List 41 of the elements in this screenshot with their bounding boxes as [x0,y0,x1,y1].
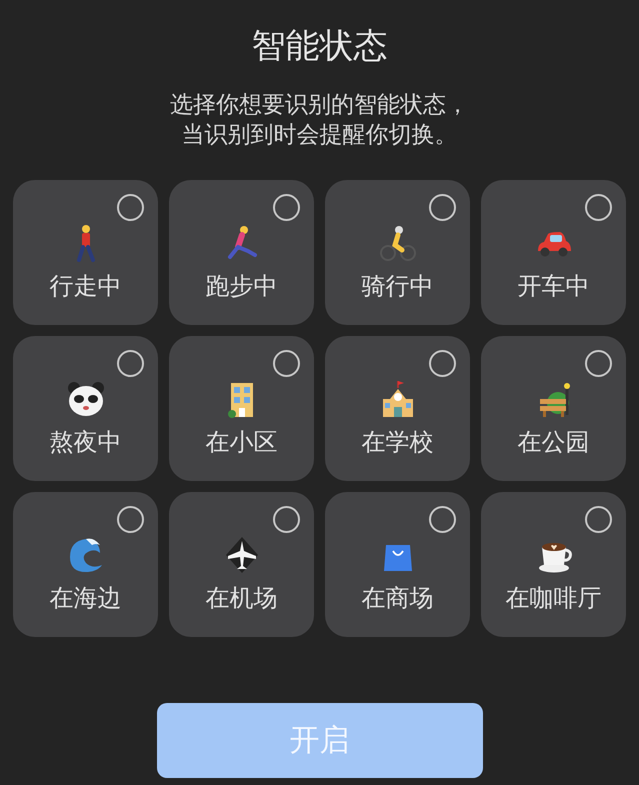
state-label: 在咖啡厅 [506,583,602,613]
state-label: 骑行中 [362,271,434,301]
state-card[interactable]: 开车中 [481,180,626,325]
description-text: 选择你想要识别的智能状态， [170,91,469,120]
state-label: 在公园 [518,427,590,457]
page-title: 智能状态 [252,25,388,68]
state-card[interactable]: 在商场 [325,492,470,637]
radio-button[interactable] [117,506,144,533]
description-text: 当识别到时会提醒你切换。 [182,121,458,150]
radio-button[interactable] [273,194,300,221]
state-card[interactable]: 行走中 [13,180,158,325]
state-card[interactable]: 在咖啡厅 [481,492,626,637]
radio-button[interactable] [273,506,300,533]
radio-button[interactable] [429,350,456,377]
panda-icon [66,379,106,419]
state-label: 在小区 [206,427,278,457]
state-label: 熬夜中 [50,427,122,457]
radio-button[interactable] [117,194,144,221]
radio-button[interactable] [585,506,612,533]
state-label: 在机场 [206,583,278,613]
state-card[interactable]: 在学校 [325,336,470,481]
state-label: 跑步中 [206,271,278,301]
state-card[interactable]: 在公园 [481,336,626,481]
state-label: 在学校 [362,427,434,457]
radio-button[interactable] [117,350,144,377]
state-label: 行走中 [50,271,122,301]
cyclist-icon [378,223,418,263]
radio-button[interactable] [429,194,456,221]
radio-button[interactable] [273,350,300,377]
radio-button[interactable] [585,194,612,221]
state-card[interactable]: 跑步中 [169,180,314,325]
state-card[interactable]: 在机场 [169,492,314,637]
radio-button[interactable] [585,350,612,377]
state-card[interactable]: 熬夜中 [13,336,158,481]
state-label: 在海边 [50,583,122,613]
radio-button[interactable] [429,506,456,533]
state-card[interactable]: 在海边 [13,492,158,637]
state-label: 在商场 [362,583,434,613]
state-card[interactable]: 骑行中 [325,180,470,325]
state-label: 开车中 [518,271,590,301]
state-card[interactable]: 在小区 [169,336,314,481]
